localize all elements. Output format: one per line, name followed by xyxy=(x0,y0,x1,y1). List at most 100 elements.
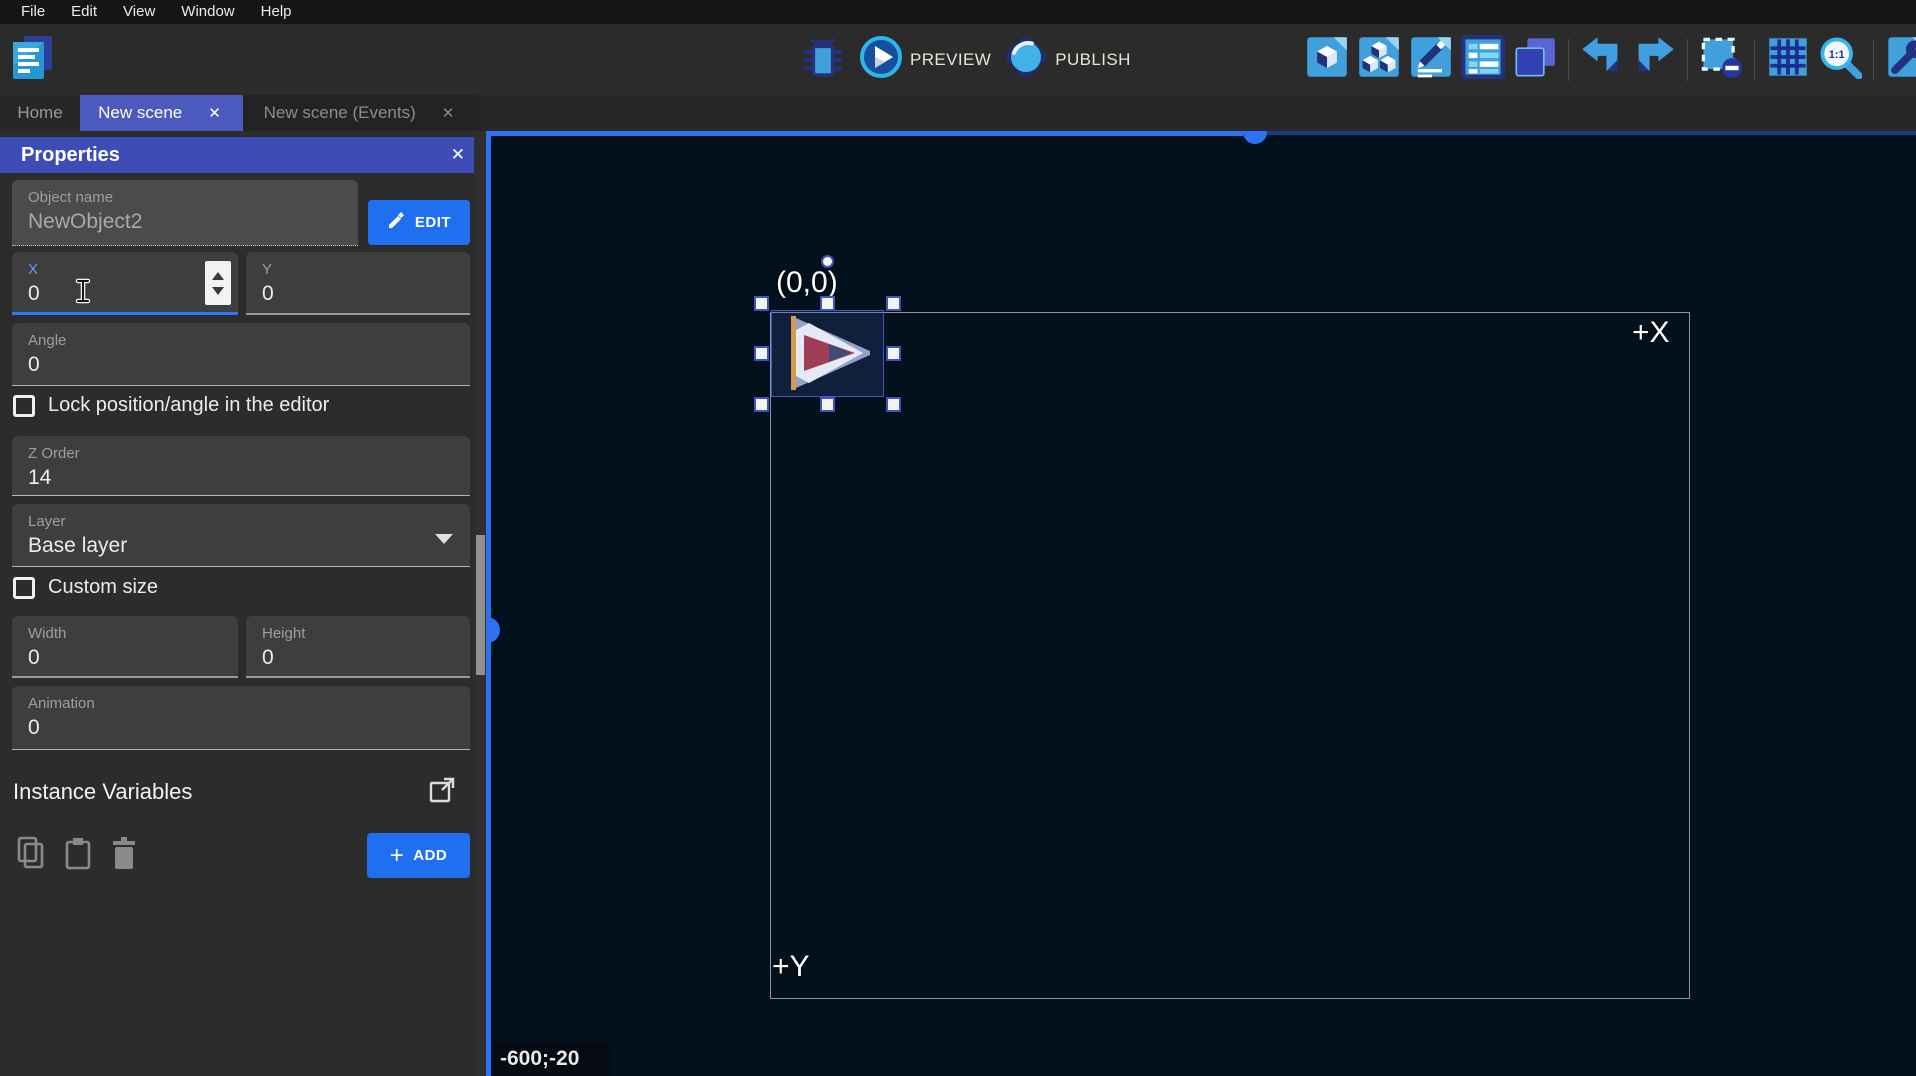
debug-button[interactable] xyxy=(800,37,846,83)
layers-icon xyxy=(1513,35,1557,84)
instances-list-button[interactable] xyxy=(1460,37,1506,83)
z-order-field[interactable]: Z Order 14 xyxy=(12,436,470,496)
paste-icon[interactable] xyxy=(63,836,93,875)
main-toolbar: PREVIEW PUBLISH xyxy=(0,24,1916,95)
width-field[interactable]: Width 0 xyxy=(12,616,238,678)
publish-button[interactable]: PUBLISH xyxy=(1003,34,1131,85)
svg-text:1:1: 1:1 xyxy=(1829,49,1845,61)
x-position-field[interactable]: X 0 xyxy=(12,252,238,315)
height-value: 0 xyxy=(262,646,454,670)
x-field-label: X xyxy=(28,261,222,278)
panel-scrollbar-thumb[interactable] xyxy=(476,535,485,675)
object-name-field: Object name NewObject2 xyxy=(12,180,358,246)
publish-label: PUBLISH xyxy=(1055,50,1131,70)
clear-selection-button[interactable] xyxy=(1698,37,1744,83)
toolbar-separator xyxy=(1687,39,1688,81)
debug-bug-icon xyxy=(802,36,844,83)
lock-position-checkbox[interactable] xyxy=(13,395,35,417)
resize-handle-top-left[interactable] xyxy=(754,296,769,311)
tab-home[interactable]: Home xyxy=(0,95,80,131)
menu-edit[interactable]: Edit xyxy=(58,1,110,24)
instances-list-icon xyxy=(1461,35,1505,84)
angle-field-label: Angle xyxy=(28,332,454,349)
resize-handle-mid-right[interactable] xyxy=(886,346,901,361)
add-button-label: ADD xyxy=(413,847,447,864)
open-in-new-icon[interactable] xyxy=(428,776,456,809)
preview-button[interactable]: PREVIEW xyxy=(858,34,991,85)
width-label: Width xyxy=(28,625,222,642)
project-manager-button[interactable] xyxy=(8,34,58,86)
layer-select-field[interactable]: Layer Base layer xyxy=(12,504,470,567)
x-field-value: 0 xyxy=(28,282,222,306)
close-icon[interactable]: ✕ xyxy=(451,145,465,165)
add-variable-button[interactable]: + ADD xyxy=(367,833,470,878)
custom-size-checkbox[interactable] xyxy=(13,577,35,599)
properties-pencil-icon xyxy=(1409,35,1453,84)
redo-button[interactable] xyxy=(1631,37,1677,83)
horizontal-split-handle-right[interactable] xyxy=(1265,131,1916,135)
tab-close-icon[interactable]: ✕ xyxy=(438,102,459,124)
properties-panel-button[interactable] xyxy=(1408,37,1454,83)
menu-file[interactable]: File xyxy=(8,1,58,24)
editor-tab-bar: Home New scene ✕ New scene (Events) ✕ xyxy=(0,95,1916,131)
undo-button[interactable] xyxy=(1579,37,1625,83)
instance-variables-title: Instance Variables xyxy=(13,779,192,805)
animation-field[interactable]: Animation 0 xyxy=(12,686,470,750)
spinner-up-icon[interactable] xyxy=(212,272,224,280)
spaceship-sprite[interactable] xyxy=(771,310,884,397)
height-field[interactable]: Height 0 xyxy=(246,616,470,678)
resize-handle-top-center[interactable] xyxy=(820,296,835,311)
tab-new-scene-events[interactable]: New scene (Events) ✕ xyxy=(243,95,479,131)
grid-icon xyxy=(1766,35,1810,84)
object-groups-button[interactable] xyxy=(1356,37,1402,83)
angle-field[interactable]: Angle 0 xyxy=(12,323,470,386)
y-axis-label: +Y xyxy=(772,950,810,984)
horizontal-split-handle[interactable] xyxy=(491,131,1243,136)
animation-value: 0 xyxy=(28,716,454,740)
object-name-label: Object name xyxy=(28,189,342,206)
layers-editor-button[interactable] xyxy=(1512,37,1558,83)
layer-value: Base layer xyxy=(28,534,454,558)
copy-icon[interactable] xyxy=(16,836,46,875)
zoom-1-1-icon: 1:1 xyxy=(1818,35,1862,84)
resize-handle-bottom-center[interactable] xyxy=(820,397,835,412)
tab-new-scene[interactable]: New scene ✕ xyxy=(80,95,243,131)
layer-label: Layer xyxy=(28,513,454,530)
menu-help[interactable]: Help xyxy=(248,1,305,24)
chevron-down-icon xyxy=(435,534,453,544)
vertical-split-handle[interactable] xyxy=(486,131,491,1076)
spinner-down-icon[interactable] xyxy=(212,287,224,295)
object-groups-icon xyxy=(1357,35,1401,84)
publish-globe-icon xyxy=(1003,34,1049,85)
angle-field-value: 0 xyxy=(28,353,454,377)
grid-button[interactable] xyxy=(1765,37,1811,83)
custom-size-row[interactable]: Custom size xyxy=(13,576,158,599)
scene-properties-button[interactable] xyxy=(1884,37,1916,83)
cursor-position-readout: -600;-20 xyxy=(492,1042,610,1076)
menu-window[interactable]: Window xyxy=(168,1,247,24)
undo-icon xyxy=(1580,35,1624,84)
resize-handle-bottom-right[interactable] xyxy=(886,397,901,412)
resize-handle-mid-left[interactable] xyxy=(754,346,769,361)
trash-icon[interactable] xyxy=(110,836,138,875)
clear-selection-icon xyxy=(1699,35,1743,84)
edit-object-button[interactable]: EDIT xyxy=(368,200,470,245)
menu-view[interactable]: View xyxy=(110,1,168,24)
y-field-label: Y xyxy=(262,261,454,278)
x-field-spinner[interactable] xyxy=(205,261,231,305)
resize-handle-bottom-left[interactable] xyxy=(754,397,769,412)
animation-label: Animation xyxy=(28,695,454,712)
rotation-handle[interactable] xyxy=(821,255,834,268)
lock-position-row[interactable]: Lock position/angle in the editor xyxy=(13,394,329,417)
toolbar-separator xyxy=(1873,39,1874,81)
toolbar-separator xyxy=(1568,39,1569,81)
objects-editor-button[interactable] xyxy=(1304,37,1350,83)
edit-button-label: EDIT xyxy=(415,214,451,231)
preview-label: PREVIEW xyxy=(910,50,991,70)
resize-handle-top-right[interactable] xyxy=(886,296,901,311)
tab-home-label: Home xyxy=(17,103,62,123)
toolbar-right-group: 1:1 xyxy=(1304,24,1916,95)
y-position-field[interactable]: Y 0 xyxy=(246,252,470,315)
tab-close-icon[interactable]: ✕ xyxy=(204,102,225,124)
zoom-original-button[interactable]: 1:1 xyxy=(1817,37,1863,83)
